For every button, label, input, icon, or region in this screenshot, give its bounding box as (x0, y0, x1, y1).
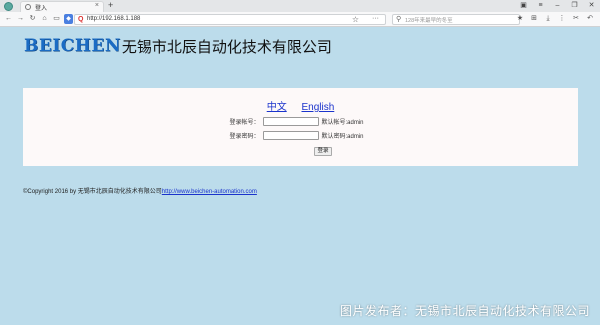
brand-logo-text: BEICHEN (24, 36, 121, 56)
minimize-icon[interactable]: – (553, 1, 562, 11)
browser-logo-icon[interactable] (4, 2, 13, 11)
language-switch: 中文 English (23, 98, 578, 113)
back-icon[interactable]: ← (4, 14, 13, 24)
watermark: 图片发布者：无锡市北辰自动化技术有限公司 (339, 304, 590, 318)
username-input[interactable] (262, 117, 319, 126)
close-window-icon[interactable]: ✕ (587, 1, 596, 11)
undo-icon[interactable]: ↶ (586, 14, 594, 24)
browser-tab-bar: 登入 × + ▣ ≡ – ❐ ✕ (0, 0, 600, 12)
forward-icon[interactable]: → (16, 14, 25, 24)
search-icon: ⚲ (396, 16, 402, 23)
company-name: 无锡市北辰自动化技术有限公司 (121, 37, 332, 56)
new-tab-button[interactable]: + (108, 0, 113, 11)
reload-icon[interactable]: ↻ (28, 14, 37, 24)
password-input[interactable] (262, 131, 319, 140)
search-box[interactable]: ⚲ 128年来最早的冬至 (392, 14, 520, 25)
username-row: 登录帐号： 默认帐号:admin (23, 117, 578, 126)
security-icon: Q (78, 16, 84, 23)
username-label: 登录帐号： (229, 120, 260, 126)
extension-icon[interactable]: ◆ (64, 14, 73, 24)
browser-tab[interactable]: 登入 × (20, 1, 104, 12)
sidebar-icon[interactable]: ▣ (519, 1, 528, 11)
menu-icon[interactable]: ≡ (536, 1, 545, 11)
more-icon[interactable]: ··· (372, 15, 379, 22)
download-icon[interactable]: ⤓ (544, 14, 552, 24)
lang-english-link[interactable]: English (301, 102, 334, 113)
copyright-text: ©Copyright 2016 by 无锡市北辰自动化技术有限公司 (23, 189, 162, 195)
address-bar[interactable]: Q http://192.168.1.188 ☆ ··· (74, 14, 386, 25)
home-icon[interactable]: ⌂ (40, 14, 49, 24)
window-controls: ▣ ≡ – ❐ ✕ (519, 1, 596, 11)
grid-icon[interactable]: ⋮ (558, 14, 566, 24)
login-button[interactable]: 登录 (314, 147, 332, 156)
password-hint: 默认密码:admin (321, 134, 364, 140)
globe-icon (25, 4, 31, 10)
collections-icon[interactable]: ⊞ (530, 14, 538, 24)
favorites-icon[interactable]: ★ (516, 14, 524, 24)
nav-buttons: ← → ↻ ⌂ ▭ ◆ (4, 14, 73, 24)
footer: ©Copyright 2016 by 无锡市北辰自动化技术有限公司http://… (23, 186, 257, 195)
browser-toolbar: ← → ↻ ⌂ ▭ ◆ Q http://192.168.1.188 ☆ ···… (0, 12, 600, 27)
username-hint: 默认帐号:admin (321, 120, 364, 126)
tab-title: 登入 (35, 6, 48, 12)
toolbar-right-tools: ★ ⊞ ⤓ ⋮ ✂ ↶ (516, 14, 594, 24)
password-label: 登录密码： (229, 134, 260, 140)
cut-icon[interactable]: ✂ (572, 14, 580, 24)
bookmark-star-icon[interactable]: ☆ (352, 15, 359, 24)
password-row: 登录密码： 默认密码:admin (23, 131, 578, 140)
company-website-link[interactable]: http://www.beichen-automation.com (162, 189, 257, 195)
url-text[interactable]: http://192.168.1.188 (87, 16, 140, 22)
close-tab-icon[interactable]: × (95, 2, 99, 9)
search-placeholder[interactable]: 128年来最早的冬至 (405, 16, 453, 24)
window-icon[interactable]: ▭ (52, 14, 61, 24)
brand-header: BEICHEN 无锡市北辰自动化技术有限公司 (24, 36, 332, 56)
login-panel: 中文 English 登录帐号： 默认帐号:admin 登录密码： 默认密码:a… (23, 88, 578, 166)
restore-icon[interactable]: ❐ (570, 1, 579, 11)
lang-chinese-link[interactable]: 中文 (267, 102, 287, 113)
